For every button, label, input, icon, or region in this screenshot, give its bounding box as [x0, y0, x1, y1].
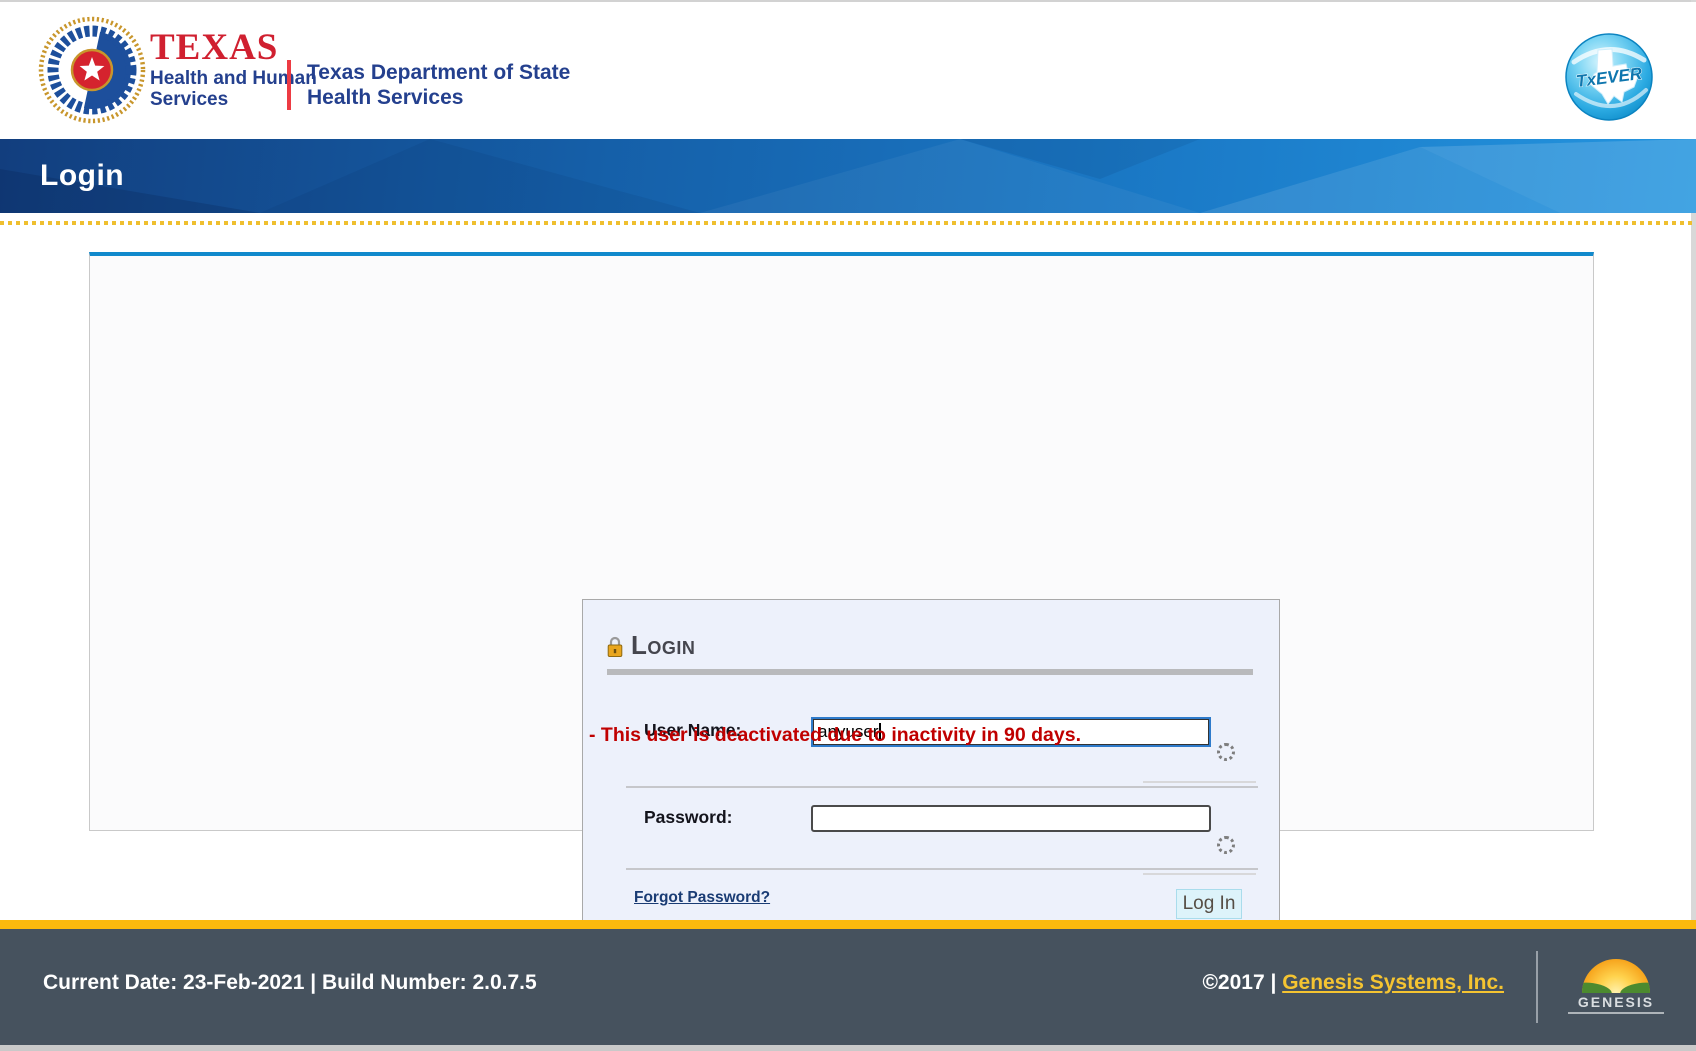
footer-copyright: ©2017 | Genesis Systems, Inc. [1202, 971, 1504, 995]
department-line1: Texas Department of State [307, 60, 570, 85]
log-in-button[interactable]: Log In [1176, 889, 1242, 919]
row-divider-dash [1143, 873, 1256, 875]
banner-facets-decoration [0, 139, 1696, 213]
hhs-wordmark-block: TEXAS Health and Human Services [150, 28, 317, 110]
footer-vertical-divider [1536, 951, 1538, 1023]
page-title: Login [40, 159, 124, 193]
password-input[interactable] [811, 805, 1211, 832]
header-red-divider [287, 60, 291, 110]
forgot-password-link[interactable]: Forgot Password? [634, 889, 770, 907]
login-page: TEXAS Health and Human Services Texas De… [0, 0, 1696, 1051]
hhs-line2: Services [150, 89, 317, 110]
row-divider [626, 786, 1258, 788]
lock-icon [607, 636, 623, 658]
page-title-banner: Login [0, 139, 1696, 213]
genesis-systems-link[interactable]: Genesis Systems, Inc. [1282, 971, 1504, 994]
error-message: - This user is deactivated due to inacti… [589, 724, 1089, 746]
hhs-line1: Health and Human [150, 68, 317, 89]
gold-dotted-separator [0, 221, 1696, 225]
genesis-hill-right [1619, 980, 1650, 993]
txever-globe-logo-icon: TxEVER [1564, 32, 1654, 122]
department-line2: Health Services [307, 85, 570, 110]
texas-wordmark: TEXAS [150, 28, 317, 68]
genesis-sunrise-icon [1582, 959, 1650, 993]
row-divider-dash [1143, 781, 1256, 783]
password-label: Password: [644, 807, 733, 828]
genesis-logo: GENESIS [1568, 959, 1664, 1014]
login-form-heading: Login [631, 630, 695, 661]
copyright-text: ©2017 | [1202, 971, 1276, 994]
genesis-logo-text: GENESIS [1568, 994, 1664, 1014]
footer-status-text: Current Date: 23-Feb-2021 | Build Number… [43, 971, 537, 995]
content-panel: Login User Name: anyuser Password: Forgo… [89, 252, 1594, 831]
login-form-box: Login User Name: anyuser Password: Forgo… [582, 599, 1280, 961]
loading-spinner-icon [1217, 743, 1235, 761]
row-divider [626, 868, 1258, 870]
texas-hhs-seal-icon [36, 14, 148, 126]
heading-underline-bar [607, 669, 1253, 675]
loading-spinner-icon [1217, 836, 1235, 854]
header: TEXAS Health and Human Services Texas De… [0, 2, 1696, 139]
department-title: Texas Department of State Health Service… [307, 60, 570, 110]
window-bottom-strip [0, 1045, 1696, 1051]
footer: Current Date: 23-Feb-2021 | Build Number… [0, 929, 1696, 1045]
footer-gold-bar [0, 920, 1696, 929]
genesis-hill-left [1582, 980, 1613, 993]
